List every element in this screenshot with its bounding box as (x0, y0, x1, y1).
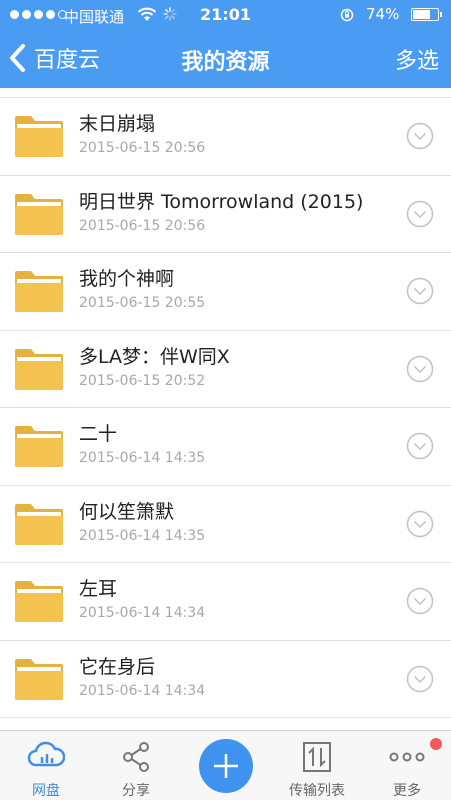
file-name: 左耳 (79, 578, 118, 600)
tab-transfer-list-label: 传输列表 (289, 783, 345, 799)
file-name: 多LA梦：伴W同X (79, 345, 230, 368)
share-icon (123, 742, 149, 772)
file-row[interactable]: 左耳 2015-06-14 14:34 (0, 563, 451, 641)
file-date: 2015-06-14 14:34 (79, 682, 206, 699)
more-icon (389, 752, 425, 762)
battery-percent: 74% (366, 5, 400, 23)
tab-transfer-list[interactable]: 传输列表 (277, 731, 357, 800)
nav-bar: 百度云 我的资源 多选 (0, 30, 451, 88)
chevron-down-icon[interactable] (406, 122, 434, 150)
file-name: 它在身后 (79, 655, 156, 678)
multi-select-button[interactable]: 多选 (395, 43, 439, 75)
file-date: 2015-06-14 14:34 (79, 605, 206, 621)
chevron-down-icon[interactable] (406, 510, 434, 538)
file-list: 末日崩塌 2015-06-15 20:56 明日世界 Tomorrowland (2… (0, 97, 451, 730)
chevron-down-icon[interactable] (406, 587, 434, 615)
file-date: 2015-06-14 14:35 (79, 527, 206, 544)
tab-share-label: 分享 (122, 783, 150, 799)
folder-icon (14, 114, 64, 158)
cloud-icon (27, 741, 65, 767)
battery-tip (440, 12, 442, 17)
tab-share[interactable]: 分享 (96, 731, 176, 800)
header: 中国联通 21:01 74% 百度云 我的资源 多选 (0, 0, 451, 88)
folder-icon (14, 347, 64, 391)
file-name: 二十 (79, 423, 118, 445)
file-date: 2015-06-15 20:52 (79, 372, 206, 389)
folder-icon (14, 579, 64, 623)
back-button-label: 百度云 (34, 48, 101, 73)
file-row[interactable]: 二十 2015-06-14 14:35 (0, 408, 451, 486)
notification-badge (430, 738, 442, 750)
upload-plus-button[interactable] (199, 739, 253, 793)
chevron-down-icon[interactable] (406, 277, 434, 305)
tab-more-label: 更多 (393, 783, 421, 799)
chevron-down-icon[interactable] (406, 665, 434, 693)
file-name: 何以笙箫默 (79, 500, 175, 523)
status-bar: 中国联通 21:01 74% (0, 0, 451, 30)
battery-icon (411, 8, 439, 21)
app-screen: 中国联通 21:01 74% 百度云 我的资源 多选 末日崩塌 2015-06-… (0, 0, 451, 800)
file-row[interactable]: 它在身后 2015-06-14 14:34 (0, 640, 451, 718)
chevron-down-icon[interactable] (406, 432, 434, 460)
folder-icon (14, 192, 64, 236)
file-row[interactable]: 多LA梦：伴W同X 2015-06-15 20:52 (0, 330, 451, 408)
file-row[interactable]: 何以笙箫默 2015-06-14 14:35 (0, 485, 451, 563)
orientation-lock-icon (340, 8, 354, 22)
file-row[interactable] (0, 718, 451, 730)
file-date: 2015-06-15 20:56 (79, 217, 206, 234)
file-date: 2015-06-15 20:56 (79, 140, 206, 156)
file-row[interactable]: 末日崩塌 2015-06-15 20:56 (0, 98, 451, 176)
tab-netdisk[interactable]: 网盘 (6, 731, 86, 800)
tab-netdisk-label: 网盘 (32, 783, 60, 799)
folder-icon (14, 502, 64, 546)
back-button[interactable]: 百度云 (8, 38, 100, 78)
file-name: 明日世界 Tomorrowland (2015) (79, 190, 364, 213)
battery-level-fill (413, 10, 431, 19)
folder-icon (14, 657, 64, 701)
tab-bar: 网盘 分享 传输列表 更多 (0, 730, 451, 800)
file-date: 2015-06-15 20:55 (79, 295, 206, 311)
file-row[interactable]: 我的个神啊 2015-06-15 20:55 (0, 253, 451, 331)
file-row[interactable]: 明日世界 Tomorrowland (2015) 2015-06-15 20:56 (0, 175, 451, 253)
chevron-down-icon[interactable] (406, 200, 434, 228)
file-date: 2015-06-14 14:35 (79, 450, 206, 466)
chevron-down-icon[interactable] (406, 355, 434, 383)
folder-icon (14, 269, 64, 313)
transfer-icon (303, 742, 331, 772)
file-name: 末日崩塌 (79, 113, 156, 135)
folder-icon (14, 424, 64, 468)
file-name: 我的个神啊 (79, 268, 175, 290)
chevron-left-icon (10, 44, 25, 72)
plus-icon (214, 754, 238, 778)
